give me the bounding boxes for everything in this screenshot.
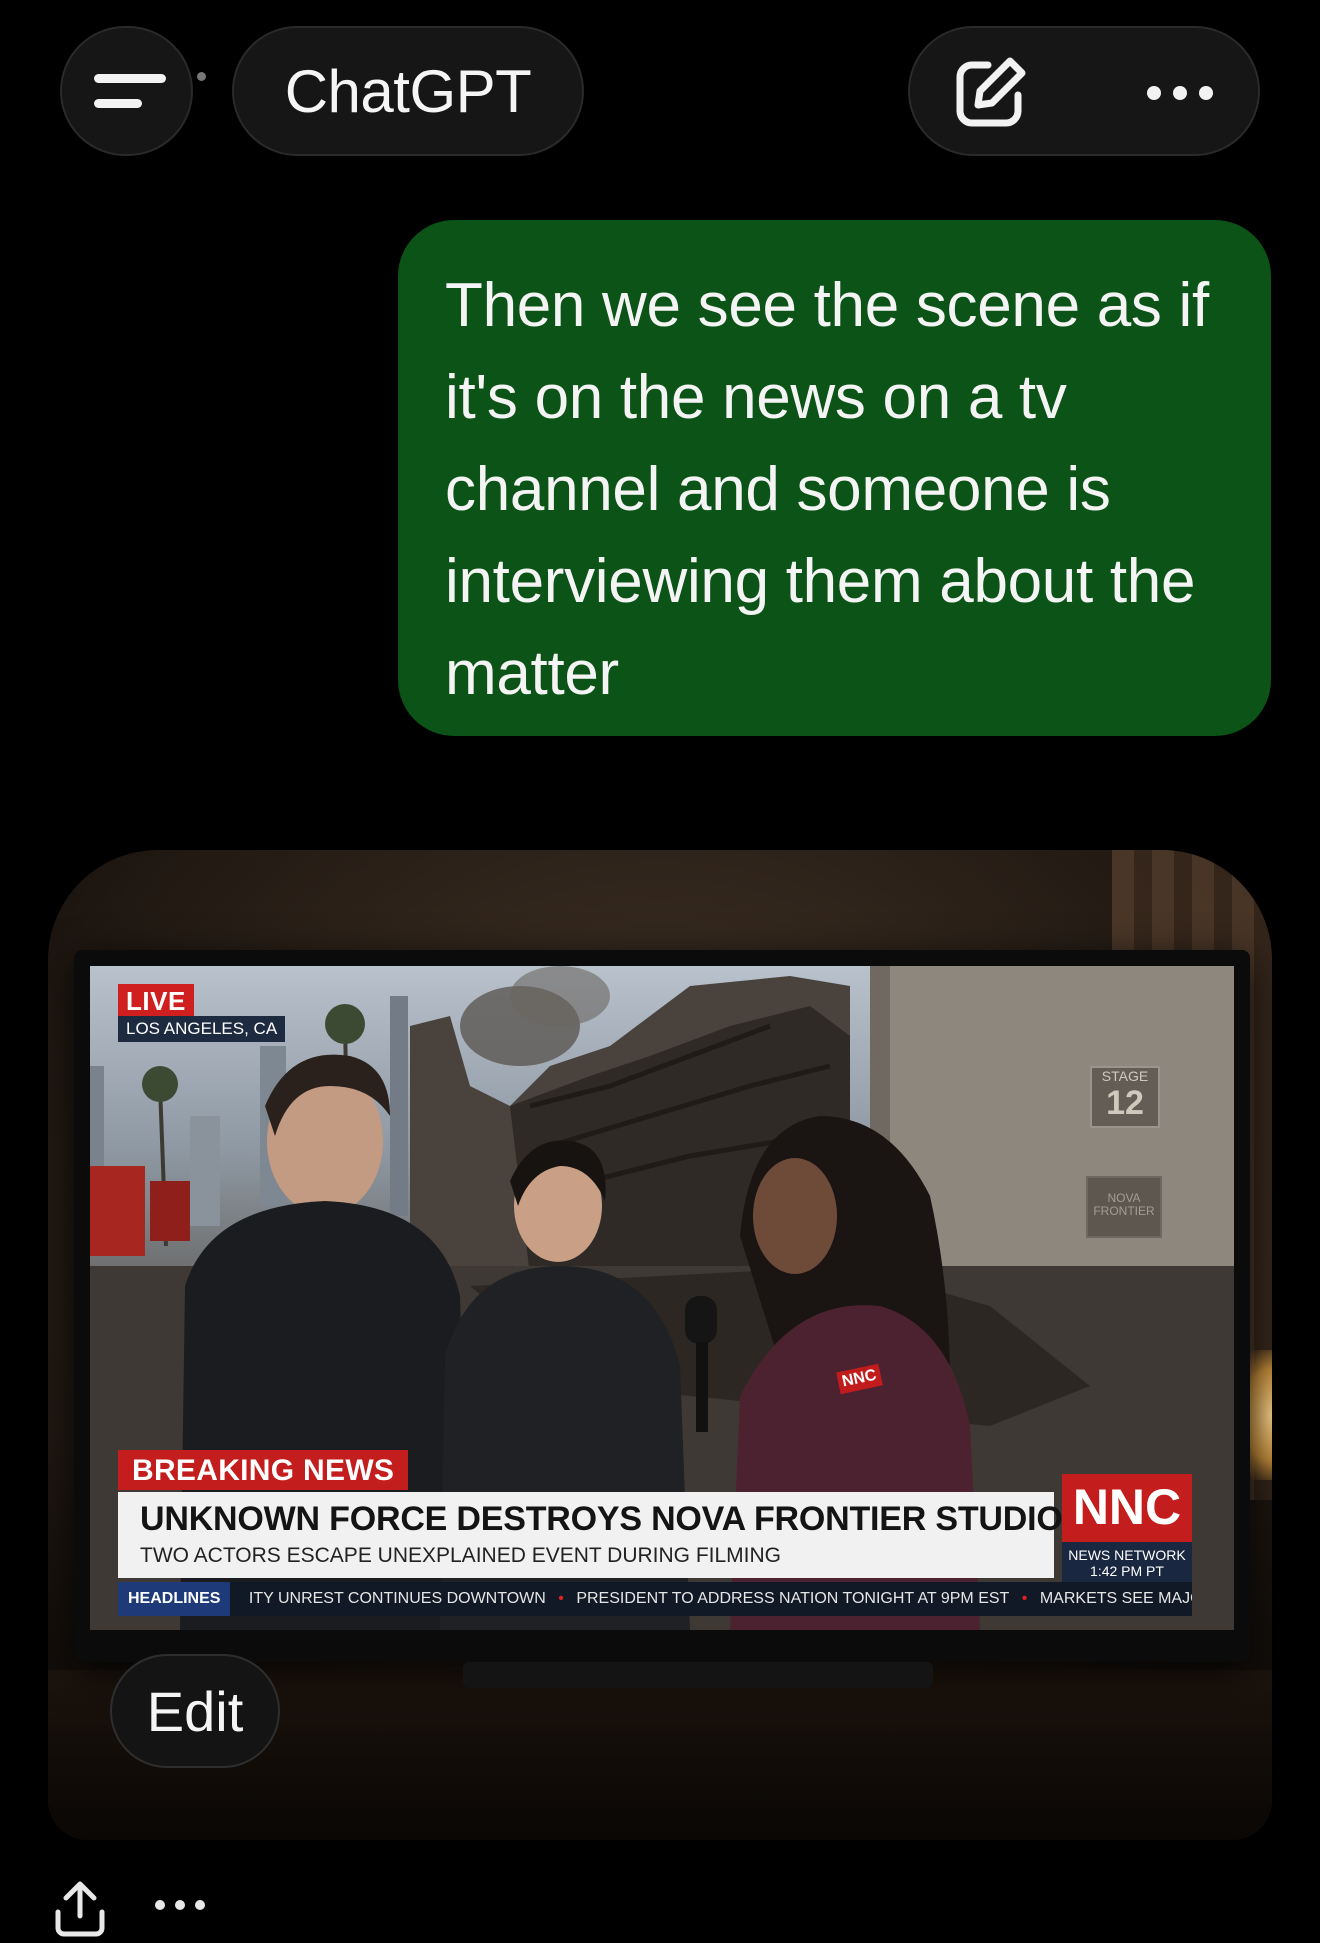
studio-sign: NOVA FRONTIER <box>1086 1176 1162 1238</box>
tv-screen: LIVE LOS ANGELES, CA STAGE 12 NOVA FRONT… <box>90 966 1234 1630</box>
app-title: ChatGPT <box>284 57 532 125</box>
network-logo: NNC <box>1072 1479 1182 1535</box>
hamburger-menu-icon <box>93 74 166 83</box>
breaking-news-tag: BREAKING NEWS <box>118 1450 409 1490</box>
more-options-button[interactable] <box>1130 43 1230 143</box>
more-horizontal-icon <box>1147 86 1213 100</box>
television: LIVE LOS ANGELES, CA STAGE 12 NOVA FRONT… <box>74 950 1250 1662</box>
ticker-label: HEADLINES <box>118 1582 231 1616</box>
header-actions <box>908 26 1260 156</box>
unread-indicator-dot <box>197 72 206 81</box>
edit-image-button[interactable]: Edit <box>110 1654 280 1768</box>
user-message-text: Then we see the scene as if it's on the … <box>445 271 1209 708</box>
new-chat-button[interactable] <box>940 43 1040 143</box>
model-title-button[interactable]: ChatGPT <box>232 26 584 156</box>
headline-text: UNKNOWN FORCE DESTROYS NOVA FRONTIER STU… <box>140 1500 1086 1538</box>
share-button[interactable] <box>52 1878 108 1938</box>
headline-lower-third: UNKNOWN FORCE DESTROYS NOVA FRONTIER STU… <box>118 1492 1085 1578</box>
news-ticker: HEADLINES ITY UNREST CONTINUES DOWNTOWN … <box>118 1582 1192 1616</box>
sidebar-menu-button[interactable] <box>60 26 193 156</box>
edit-button-label: Edit <box>146 1679 244 1743</box>
message-more-button[interactable] <box>152 1890 208 1920</box>
ticker-item: PRESIDENT TO ADDRESS NATION TONIGHT AT 9… <box>576 1590 1010 1607</box>
more-horizontal-icon <box>155 1900 205 1910</box>
subheadline-text: TWO ACTORS ESCAPE UNEXPLAINED EVENT DURI… <box>140 1544 782 1567</box>
share-upload-icon <box>55 1881 105 1937</box>
ticker-item: ITY UNREST CONTINUES DOWNTOWN <box>248 1590 546 1607</box>
user-message-bubble: Then we see the scene as if it's on the … <box>398 220 1271 736</box>
tv-stand <box>463 1662 933 1688</box>
ticker-item: MARKETS SEE MAJOR FLUCTUA <box>1039 1590 1192 1607</box>
live-badge: LIVE <box>118 984 194 1019</box>
edit-pencil-icon <box>956 57 1026 127</box>
network-logo-box: NNC NEWS NETWORK 1:42 PM PT <box>1062 1474 1192 1584</box>
stage-sign: STAGE 12 <box>1090 1066 1160 1128</box>
location-badge: LOS ANGELES, CA <box>118 1016 286 1042</box>
network-info: NEWS NETWORK 1:42 PM PT <box>1062 1542 1192 1584</box>
